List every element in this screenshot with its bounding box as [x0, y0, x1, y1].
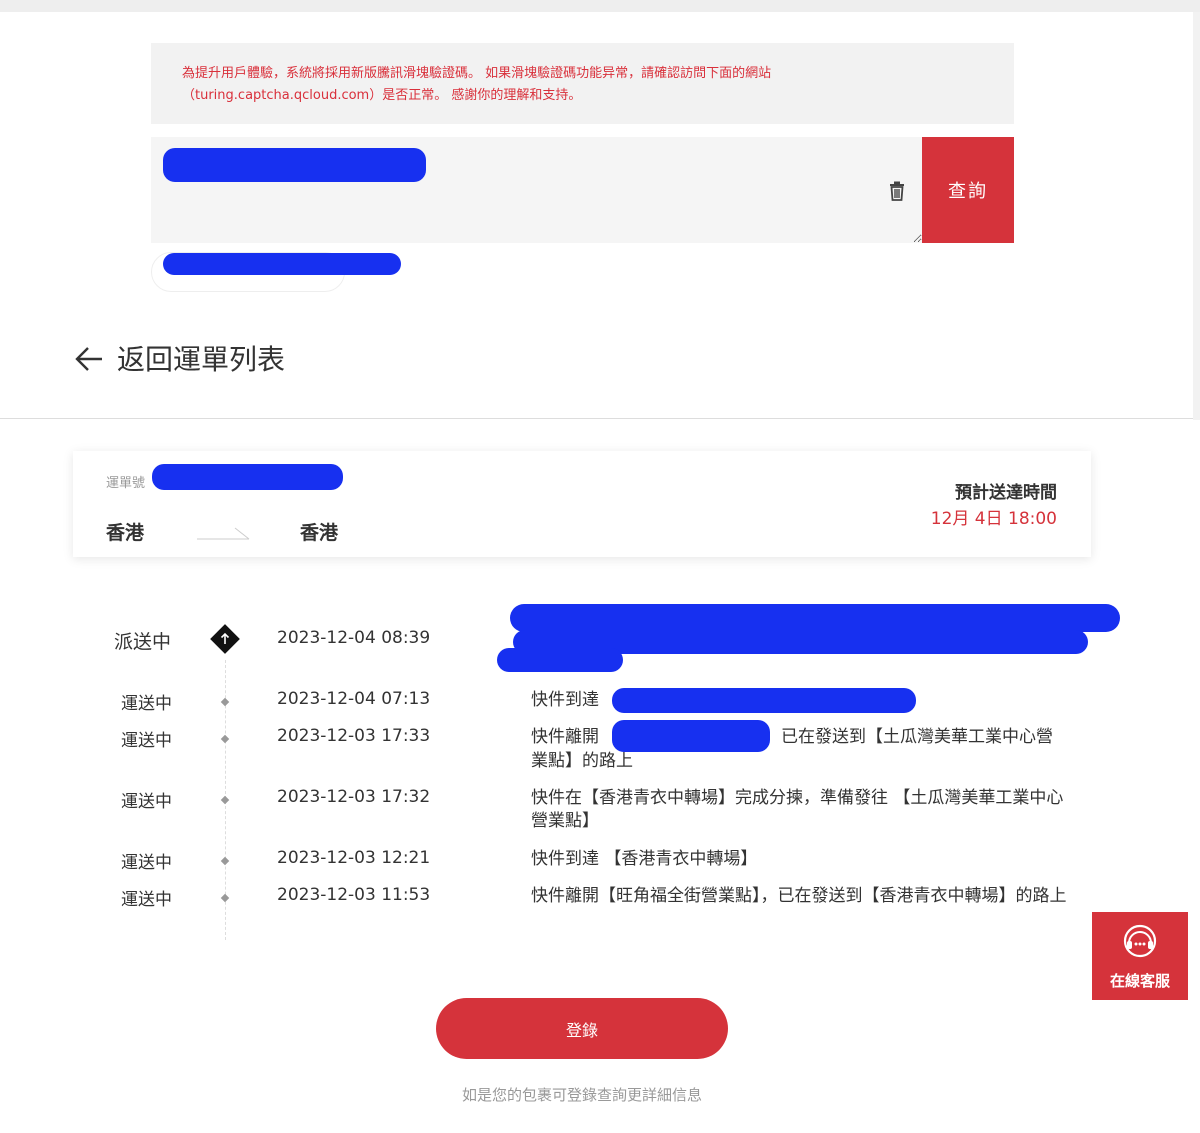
- online-service-label: 在線客服: [1109, 972, 1170, 990]
- redaction-timeline-1c: [497, 648, 623, 672]
- back-to-waybill-list-link[interactable]: 返回運單列表: [117, 338, 285, 378]
- timeline-desc: 快件離開【旺角福全街營業點】，已在發送到【香港青衣中轉場】的路上: [531, 886, 1067, 906]
- timeline-status: 運送中: [121, 792, 172, 812]
- eta-label: 預計送達時間: [955, 483, 1057, 503]
- timeline-time: 2023-12-03 12:21: [277, 848, 431, 868]
- timeline-time: 2023-12-03 17:33: [277, 726, 431, 746]
- redaction-timeline-3: [612, 720, 770, 752]
- top-bar: [0, 0, 1200, 12]
- origin-city: 香港: [106, 522, 145, 544]
- section-divider: [0, 418, 1193, 419]
- scrollbar-track: [1193, 12, 1200, 420]
- timeline-dot: [220, 856, 230, 866]
- timeline-status: 運送中: [121, 731, 172, 751]
- timeline-status: 運送中: [121, 694, 172, 714]
- timeline-time: 2023-12-03 11:53: [277, 885, 431, 905]
- timeline-desc: 快件在【香港青衣中轉場】完成分揀，準備發往 【土瓜灣美華工業中心營業點】: [531, 788, 1064, 831]
- redaction-timeline-2: [612, 688, 916, 713]
- headset-chat-icon: [1123, 924, 1157, 958]
- query-button[interactable]: 查詢: [922, 137, 1014, 243]
- eta-value: 12月 4日 18:00: [930, 509, 1057, 529]
- trash-icon[interactable]: [888, 181, 906, 201]
- back-arrow-icon[interactable]: [74, 344, 104, 374]
- timeline-time: 2023-12-04 07:13: [277, 689, 431, 709]
- timeline-desc: 快件離開: [531, 727, 599, 747]
- timeline-dot: [220, 697, 230, 707]
- notice-line-2: （turing.captcha.qcloud.com）是否正常。 感謝你的理解和…: [182, 88, 582, 103]
- route-arrow-icon: [197, 527, 250, 540]
- destination-city: 香港: [300, 522, 339, 544]
- timeline-status: 運送中: [121, 890, 172, 910]
- timeline-time: 2023-12-03 17:32: [277, 787, 431, 807]
- redaction-chip: [163, 253, 401, 275]
- waybill-number-label: 運單號: [106, 476, 146, 491]
- login-button[interactable]: 登錄: [436, 998, 728, 1059]
- timeline-dot: [220, 893, 230, 903]
- redaction-waybill-number: [152, 464, 343, 490]
- timeline-desc-line2: 業點】的路上: [531, 751, 633, 771]
- captcha-notice: 為提升用戶體驗，系統將採用新版騰訊滑塊驗證碼。 如果滑塊驗證碼功能异常，請確認訪…: [151, 43, 1014, 124]
- online-service-button[interactable]: 在線客服: [1092, 912, 1188, 1000]
- timeline-time: 2023-12-04 08:39: [277, 628, 431, 648]
- login-hint: 如是您的包裹可登錄查詢更詳細信息: [461, 1086, 702, 1104]
- timeline-status: 運送中: [121, 853, 172, 873]
- timeline-dot: [220, 734, 230, 744]
- timeline-dot: [220, 795, 230, 805]
- redaction-search-text: [163, 148, 426, 182]
- timeline-desc: 快件到達 【香港青衣中轉場】: [531, 849, 758, 869]
- timeline-status: 派送中: [114, 631, 172, 653]
- notice-line-1: 為提升用戶體驗，系統將採用新版騰訊滑塊驗證碼。 如果滑塊驗證碼功能异常，請確認訪…: [182, 66, 772, 81]
- current-status-diamond-icon: [210, 624, 240, 654]
- timeline-desc-tail: 已在發送到【土瓜灣美華工業中心營: [781, 727, 1053, 747]
- redaction-timeline-1a: [510, 604, 1120, 632]
